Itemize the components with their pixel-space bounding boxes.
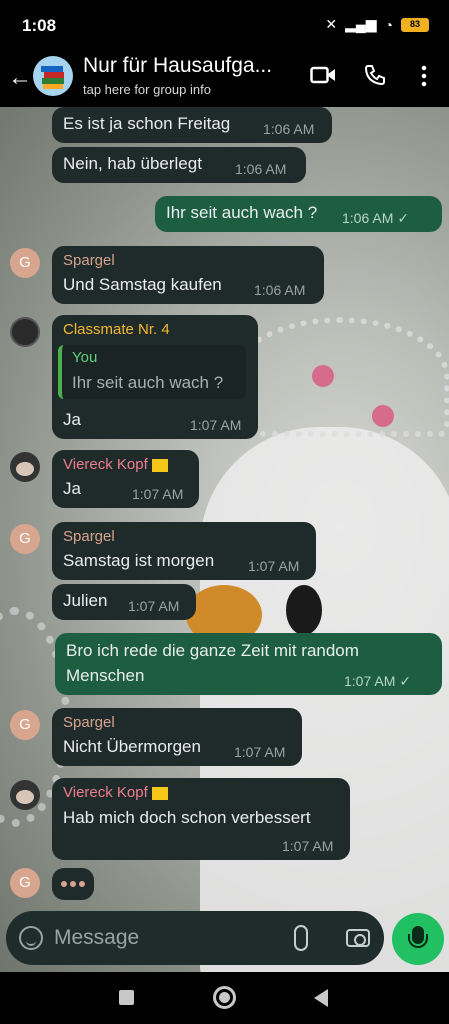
sender-name[interactable]: Spargel xyxy=(63,528,115,545)
typing-dot xyxy=(79,881,85,887)
wallpaper-eye xyxy=(286,585,322,635)
message-time: 1:06 AM xyxy=(263,121,315,137)
message-bubble[interactable]: Viereck Kopf Hab mich doch schon verbess… xyxy=(52,778,350,860)
sender-avatar[interactable]: G xyxy=(10,248,40,278)
attach-icon[interactable] xyxy=(294,925,308,951)
mute-icon: ✕ xyxy=(325,16,338,32)
flag-emoji-icon xyxy=(151,786,168,800)
sender-name[interactable]: Spargel xyxy=(63,714,115,731)
message-text: Es ist ja schon Freitag xyxy=(63,114,231,133)
message-time: 1:07 AM xyxy=(248,558,300,574)
chat-area[interactable]: Es ist ja schon Freitag 1:06 AM Nein, ha… xyxy=(0,107,449,972)
more-options-icon[interactable] xyxy=(418,64,430,88)
voice-call-icon[interactable] xyxy=(364,64,386,86)
sender-avatar[interactable] xyxy=(10,317,40,347)
wallpaper-crown xyxy=(230,317,449,437)
status-time: 1:08 xyxy=(22,16,57,35)
message-bubble[interactable]: Es ist ja schon Freitag 1:06 AM xyxy=(52,107,332,143)
message-input[interactable] xyxy=(54,924,274,952)
read-check-icon: ✓ xyxy=(397,210,410,226)
recents-button[interactable] xyxy=(119,990,134,1005)
message-time: 1:07 AM xyxy=(132,486,184,502)
message-bubble-reply[interactable]: Classmate Nr. 4 You Ihr seit auch wach ?… xyxy=(52,315,258,439)
message-time: 1:07 AM xyxy=(234,744,286,760)
message-time: 1:06 AM ✓ xyxy=(342,210,410,226)
typing-indicator xyxy=(52,868,94,900)
sender-avatar[interactable]: G xyxy=(10,524,40,554)
message-text-line2: Menschen xyxy=(66,666,145,685)
sender-avatar[interactable]: G xyxy=(10,868,40,898)
message-text: Hab mich doch schon verbessert xyxy=(63,808,311,827)
typing-dot xyxy=(61,881,67,887)
quoted-message[interactable]: You Ihr seit auch wach ? xyxy=(58,345,246,399)
message-text: Nicht Übermorgen xyxy=(63,737,201,756)
message-bubble[interactable]: Viereck Kopf Ja 1:07 AM xyxy=(52,450,199,508)
emoji-sticker-icon[interactable] xyxy=(19,926,43,950)
wallpaper-cake xyxy=(200,427,449,972)
message-time: 1:07 AM xyxy=(282,838,334,854)
sender-name[interactable]: Viereck Kopf xyxy=(63,784,168,801)
quote-author: You xyxy=(72,349,98,366)
message-text: Ihr seit auch wach ? xyxy=(166,203,318,222)
message-time: 1:07 AM ✓ xyxy=(344,673,412,689)
sender-name[interactable]: Viereck Kopf xyxy=(63,456,168,473)
back-arrow-icon[interactable]: ← xyxy=(8,64,32,92)
typing-dot xyxy=(70,881,76,887)
flag-emoji-icon xyxy=(151,458,168,472)
camera-icon[interactable] xyxy=(346,929,370,947)
message-bubble[interactable]: Spargel Und Samstag kaufen 1:06 AM xyxy=(52,246,324,304)
message-bubble[interactable]: Spargel Nicht Übermorgen 1:07 AM xyxy=(52,708,302,766)
video-call-icon[interactable] xyxy=(310,66,336,84)
voice-record-button[interactable] xyxy=(392,913,444,965)
microphone-icon xyxy=(408,926,428,948)
message-bubble[interactable]: Nein, hab überlegt 1:06 AM xyxy=(52,147,306,183)
sender-avatar[interactable]: G xyxy=(10,710,40,740)
group-info-hint[interactable]: tap here for group info xyxy=(83,82,211,97)
message-time: 1:07 AM xyxy=(128,598,180,614)
home-button[interactable] xyxy=(213,986,236,1009)
message-time: 1:06 AM xyxy=(235,161,287,177)
read-check-icon: ✓ xyxy=(399,673,412,689)
wallpaper-gem xyxy=(372,405,394,427)
message-text: Samstag ist morgen xyxy=(63,551,215,570)
message-bubble[interactable]: Spargel Samstag ist morgen 1:07 AM xyxy=(52,522,316,580)
quote-text: Ihr seit auch wach ? xyxy=(72,373,224,392)
signal-icon: ▂▄▆ xyxy=(345,16,377,32)
message-time: 1:06 AM xyxy=(254,282,306,298)
message-text: Ja xyxy=(63,410,81,429)
group-avatar[interactable] xyxy=(33,56,73,96)
back-button[interactable] xyxy=(314,989,328,1007)
message-text: Nein, hab überlegt xyxy=(63,154,202,173)
message-text: Ja xyxy=(63,479,81,498)
message-composer[interactable] xyxy=(6,911,384,965)
message-text: Und Samstag kaufen xyxy=(63,275,222,294)
sender-avatar[interactable] xyxy=(10,452,40,482)
status-bar: 1:08 ✕ ▂▄▆ ◔ 83 xyxy=(0,0,449,52)
chat-header[interactable]: ← Nur für Hausaufga... tap here for grou… xyxy=(0,52,449,107)
message-bubble-outgoing[interactable]: Ihr seit auch wach ? 1:06 AM ✓ xyxy=(155,196,442,232)
wallpaper-gem xyxy=(312,365,334,387)
group-title[interactable]: Nur für Hausaufga... xyxy=(83,54,272,78)
system-nav-bar xyxy=(0,972,449,1024)
status-icons: ✕ ▂▄▆ ◔ 83 xyxy=(325,16,429,33)
sender-name[interactable]: Classmate Nr. 4 xyxy=(63,321,170,338)
message-text-line1: Bro ich rede die ganze Zeit mit random xyxy=(66,641,359,660)
sender-name[interactable]: Spargel xyxy=(63,252,115,269)
message-bubble-outgoing[interactable]: Bro ich rede die ganze Zeit mit random M… xyxy=(55,633,442,695)
message-bubble[interactable]: Julien 1:07 AM xyxy=(52,584,196,620)
wifi-icon: ◔ xyxy=(384,16,393,33)
sender-avatar[interactable] xyxy=(10,780,40,810)
message-text: Julien xyxy=(63,591,108,610)
battery-icon: 83 xyxy=(401,17,429,32)
message-time: 1:07 AM xyxy=(190,417,242,433)
